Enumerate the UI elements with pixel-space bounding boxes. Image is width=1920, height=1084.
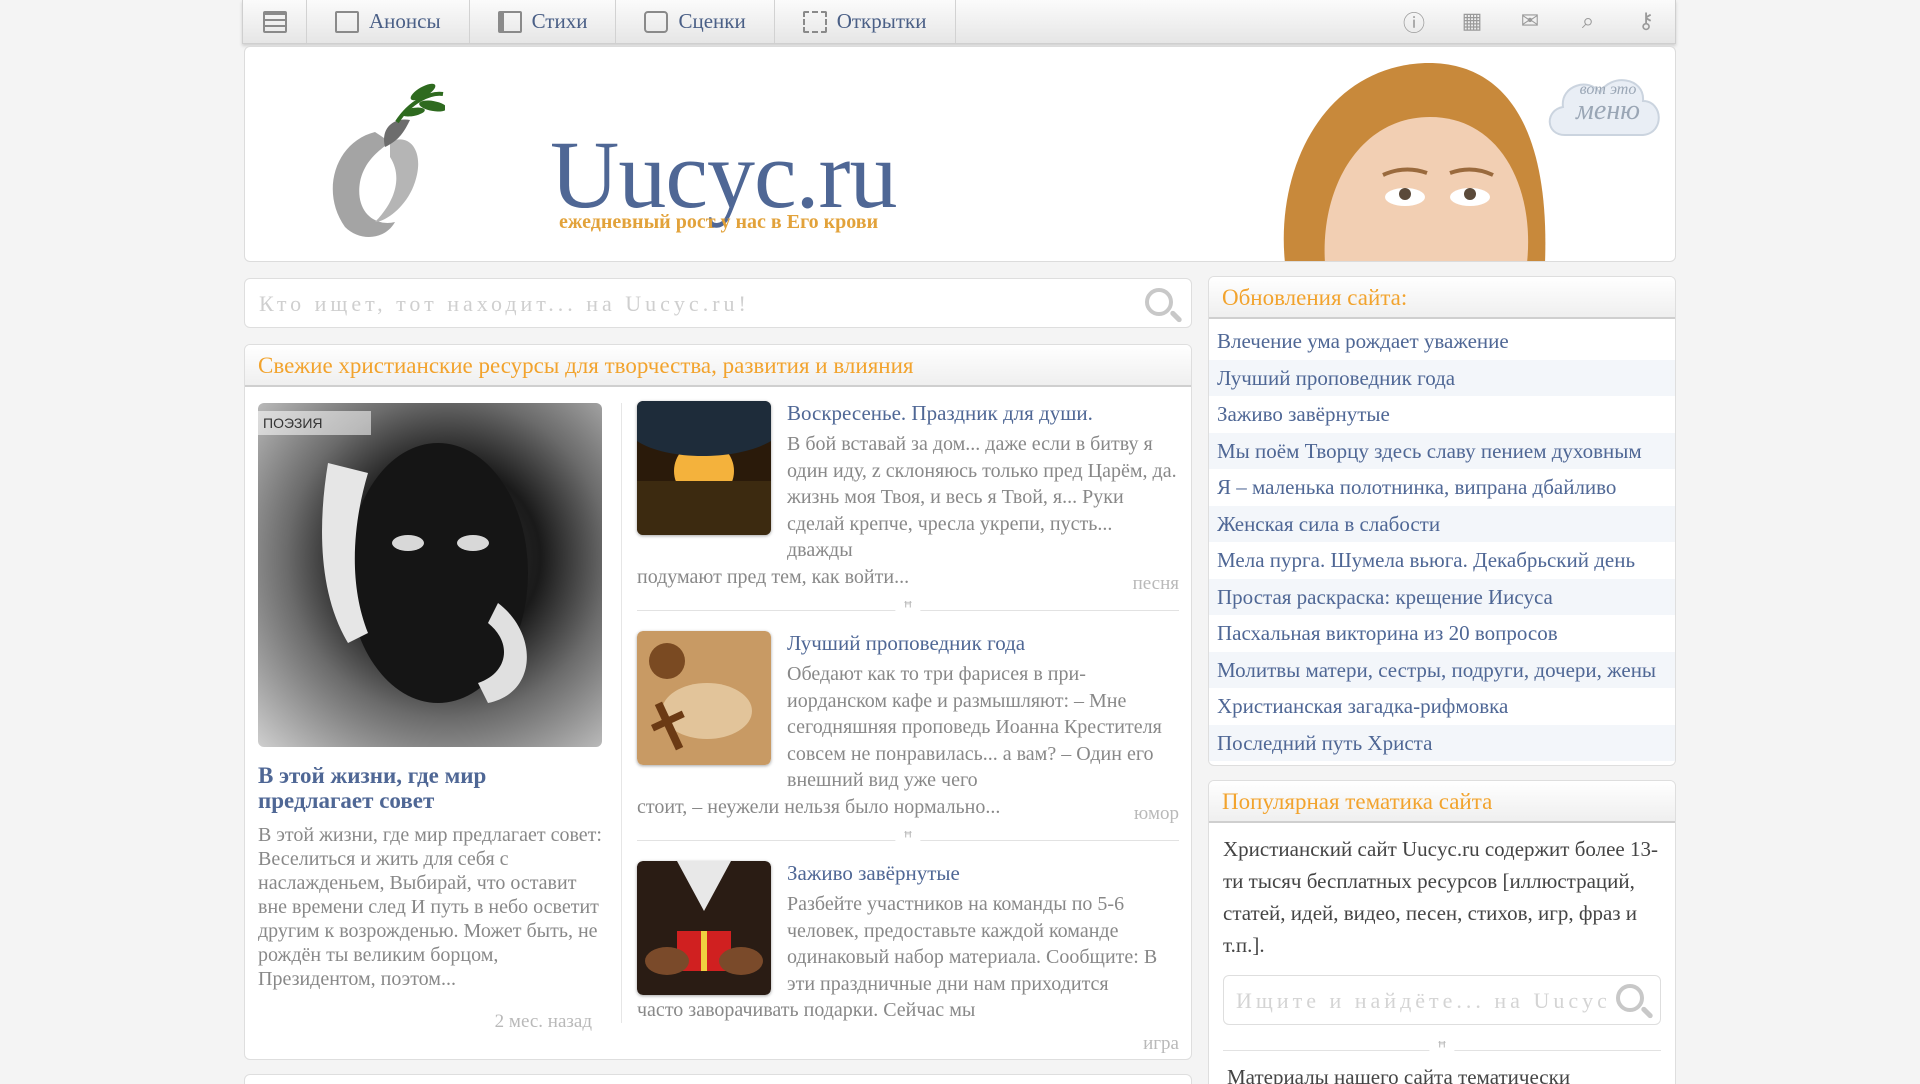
gift-button[interactable]: ▦ [1443, 0, 1501, 44]
search-input[interactable] [259, 289, 1119, 319]
search-button[interactable]: ⌕ [1559, 0, 1617, 44]
site-updates-panel: Обновления сайта: Влечение ума рождает у… [1208, 276, 1676, 766]
post-category[interactable]: песня [1133, 573, 1179, 595]
list-item: Лучший проповедник года Обедают как то т… [637, 631, 1179, 825]
popular-topics-panel: Популярная тематика сайта Христианский с… [1208, 780, 1676, 1084]
search-icon: ⌕ [1581, 9, 1595, 34]
post-title[interactable]: Лучший проповедник года [787, 631, 1179, 655]
featured-post: ПОЭЗИЯ В этой жизни, где мир предлагает … [258, 403, 602, 1033]
postcard-icon [802, 10, 827, 33]
announce-icon [335, 10, 359, 33]
gift-thumbnail-image[interactable] [637, 861, 771, 995]
updates-item[interactable]: Мы поём Творцу здесь славу пением духовн… [1209, 432, 1675, 469]
popular-more-text: Материалы нашего сайта тематически [1227, 1065, 1571, 1084]
post-excerpt-tail: часто заворачивать подарки. Сейчас мы [637, 999, 976, 1021]
site-search [244, 278, 1192, 328]
popular-search [1223, 975, 1661, 1025]
chat-icon [644, 10, 669, 33]
ornament-divider: ꟸ [1223, 1038, 1661, 1057]
search-icon[interactable] [1145, 288, 1173, 316]
updates-item[interactable]: Я – маленька полотнинка, випрана дбайлив… [1209, 469, 1675, 506]
nav-item-postcards[interactable]: Открытки [775, 0, 956, 43]
menu-button[interactable] [243, 0, 307, 43]
book-icon [497, 10, 522, 33]
popular-title: Популярная тематика сайта [1209, 781, 1675, 823]
updates-item[interactable]: Последний путь Христа [1209, 724, 1675, 761]
fresh-resources-block: Свежие христианские ресурсы для творчест… [244, 344, 1192, 1060]
updates-item[interactable]: Лучший проповедник года [1209, 359, 1675, 396]
ornament-icon: ꟸ [895, 598, 921, 617]
sunset-thumbnail-image[interactable] [637, 401, 771, 535]
site-tagline: ежедневный рост у нас в Его крови [559, 211, 879, 233]
nav-item-label: Сценки [678, 9, 746, 33]
featured-post-title[interactable]: В этой жизни, где мир предлагает совет [258, 763, 602, 813]
post-category[interactable]: юмор [1134, 803, 1179, 825]
updates-item[interactable]: Простая раскраска: крещение Иисуса [1209, 578, 1675, 615]
gift-icon: ▦ [1461, 9, 1483, 34]
bread-cross-thumbnail-image[interactable] [637, 631, 771, 765]
post-excerpt-tail: подумают пред тем, как войти... [637, 565, 910, 588]
popular-search-input[interactable] [1236, 986, 1606, 1016]
updates-item[interactable]: Влечение ума рождает уважение [1209, 323, 1675, 360]
nav-item-announcements[interactable]: Анонсы [307, 0, 470, 43]
post-category[interactable]: игра [1143, 1033, 1179, 1055]
updates-item[interactable]: Пасхальная викторина из 20 вопросов [1209, 615, 1675, 652]
nav-item-label: Стихи [531, 9, 588, 33]
ornament-divider: ꟸ [637, 828, 1179, 847]
key-icon: ⚷ [1637, 9, 1655, 34]
cloud-big-text: меню [1576, 95, 1640, 126]
nav-item-poems[interactable]: Стихи [470, 0, 617, 43]
post-excerpt-tail: стоит, – неужели нельзя было нормально..… [637, 795, 1001, 818]
updates-item[interactable]: Молитвы матери, сестры, подруги, дочери,… [1209, 651, 1675, 688]
featured-post-date: 2 мес. назад [494, 1011, 592, 1032]
featured-post-image[interactable]: ПОЭЗИЯ [258, 403, 602, 747]
post-excerpt-lead: Обедают как то три фарисея в при-иорданс… [787, 663, 1162, 791]
column-divider [621, 403, 622, 1023]
updates-item[interactable]: Христианская загадка-рифмовка [1209, 688, 1675, 725]
info-icon: ⓘ [1402, 11, 1425, 37]
nav-item-label: Открытки [836, 9, 927, 33]
updates-item[interactable]: Женская сила в слабости [1209, 505, 1675, 542]
post-title[interactable]: Заживо завёрнутые [787, 861, 1179, 885]
list-item: Заживо завёрнутые Разбейте участников на… [637, 861, 1179, 1055]
menu-cloud-label[interactable]: вот это меню [1563, 81, 1653, 126]
updates-item[interactable]: Мела пурга. Шумела вьюга. Декабрьский де… [1209, 542, 1675, 579]
post-excerpt-lead: Разбейте участников на команды по 5-6 че… [787, 893, 1158, 995]
dove-logo-icon [332, 83, 445, 238]
nav-tools: ⓘ ▦ ✉ ⌕ ⚷ [1385, 0, 1675, 43]
updates-item[interactable]: Заживо завёрнутые [1209, 396, 1675, 433]
site-logo[interactable]: Uucyc.ru [550, 127, 898, 223]
popular-description: Христианский сайт Uucyc.ru содержит боле… [1223, 837, 1658, 957]
featured-post-excerpt: В этой жизни, где мир предлагает совет: … [258, 824, 602, 990]
category-badge: ПОЭЗИЯ [258, 411, 371, 435]
ornament-divider: ꟸ [637, 598, 1179, 617]
woman-portrait-image [1283, 62, 1546, 261]
ornament-icon: ꟸ [895, 828, 921, 847]
login-button[interactable]: ⚷ [1617, 0, 1675, 44]
updates-list: Влечение ума рождает уважение Лучший про… [1209, 319, 1675, 761]
post-title[interactable]: Воскресенье. Праздник для души. [787, 401, 1179, 425]
next-block-edge [244, 1074, 1192, 1084]
updates-title: Обновления сайта: [1209, 277, 1675, 319]
mail-icon: ✉ [1520, 9, 1540, 34]
nav-item-label: Анонсы [369, 9, 441, 33]
mask-hand-image [322, 443, 528, 703]
menu-icon [262, 10, 287, 33]
ornament-icon: ꟸ [1429, 1038, 1455, 1057]
list-item: Воскресенье. Праздник для души. В бой вс… [637, 401, 1179, 595]
nav-item-skits[interactable]: Сценки [616, 0, 775, 43]
block-title: Свежие христианские ресурсы для творчест… [245, 345, 1191, 387]
post-excerpt-lead: В бой вставай за дом... даже если в битв… [787, 433, 1177, 561]
top-navigation: Анонсы Стихи Сценки Открытки ⓘ ▦ ✉ ⌕ ⚷ [242, 0, 1676, 44]
info-button[interactable]: ⓘ [1385, 0, 1443, 44]
mail-button[interactable]: ✉ [1501, 0, 1559, 44]
search-icon[interactable] [1616, 984, 1644, 1012]
site-header: Uucyc.ru ежедневный рост у нас в Его кро… [244, 46, 1676, 262]
